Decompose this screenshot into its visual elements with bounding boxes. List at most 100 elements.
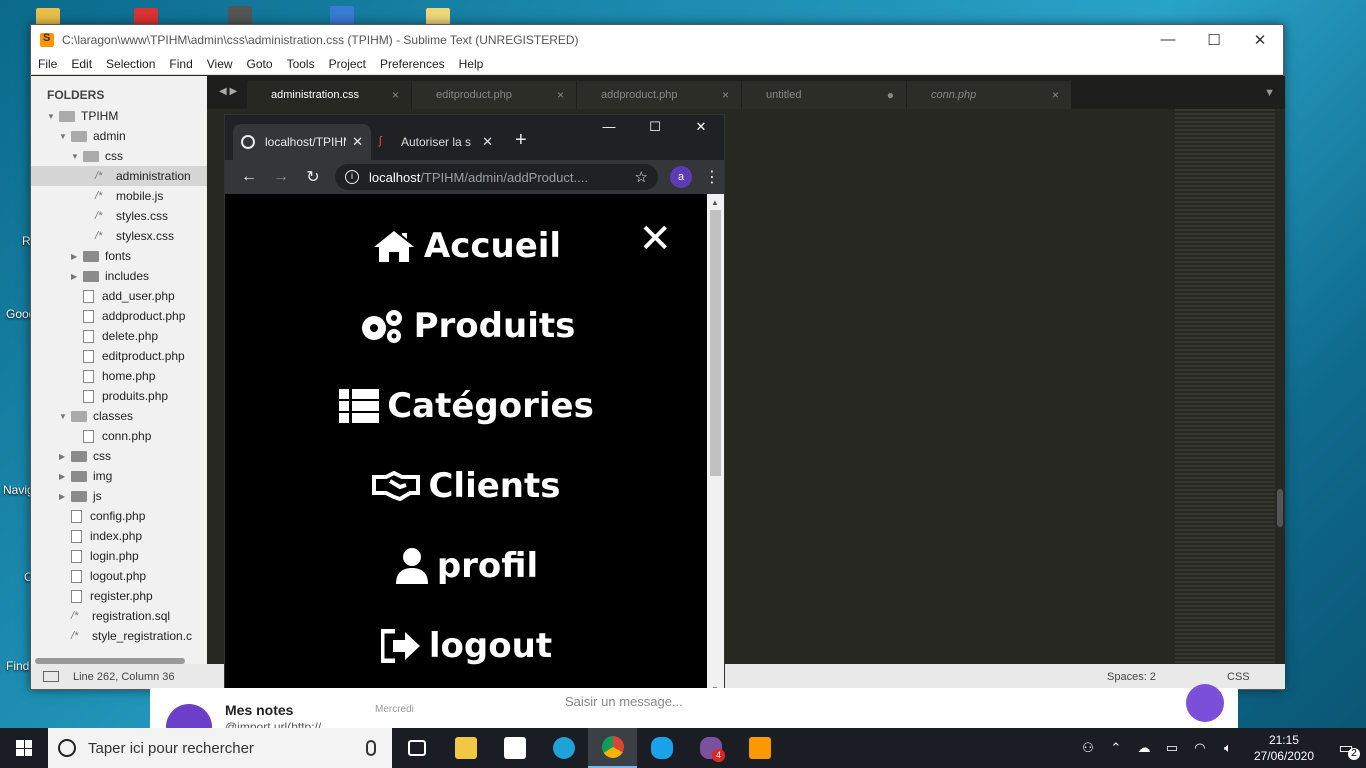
sidebar-item[interactable]: addproduct.php xyxy=(31,306,207,326)
new-tab-icon[interactable]: + xyxy=(501,129,527,160)
chrome-tab[interactable]: ʃ Autoriser la s ✕ xyxy=(371,124,501,160)
onedrive-icon[interactable]: ☁ xyxy=(1135,740,1153,756)
notifications-icon[interactable]: ▭ 2 xyxy=(1326,738,1366,760)
syntax-setting[interactable]: CSS xyxy=(1227,671,1285,683)
menu-view[interactable]: View xyxy=(207,57,233,71)
sidebar-item[interactable]: editproduct.php xyxy=(31,346,207,366)
sidebar-item[interactable]: ▼ TPIHM xyxy=(31,106,207,126)
sidebar-item[interactable]: login.php xyxy=(31,546,207,566)
close-tab-icon[interactable]: ✕ xyxy=(352,134,363,150)
menu-goto[interactable]: Goto xyxy=(247,57,273,71)
viber-icon[interactable]: 4 xyxy=(686,728,735,768)
menu-find[interactable]: Find xyxy=(169,57,192,71)
editor-tab[interactable]: untitled ● xyxy=(742,81,906,109)
editor-scrollbar[interactable] xyxy=(1277,489,1283,527)
clock[interactable]: 21:15 27/06/2020 xyxy=(1254,732,1314,764)
close-tab-icon[interactable]: ✕ xyxy=(482,134,493,150)
editor-tab[interactable]: conn.php × xyxy=(907,81,1071,109)
minimize-button[interactable]: — xyxy=(1145,31,1191,49)
sidebar-item[interactable]: ▼ classes xyxy=(31,406,207,426)
address-bar[interactable]: i localhost/TPIHM/admin/addProduct.... ☆ xyxy=(335,164,658,190)
chevron-right-icon[interactable]: ▶ xyxy=(71,252,81,261)
start-button[interactable] xyxy=(0,728,48,768)
edge-icon[interactable] xyxy=(539,728,588,768)
sidebar-item[interactable]: ▶ img xyxy=(31,466,207,486)
close-tab-icon[interactable]: × xyxy=(722,88,729,102)
conversation-title[interactable]: Mes notes xyxy=(225,702,293,718)
nav-item-produits[interactable]: Produits xyxy=(225,296,708,356)
sidebar-item[interactable]: add_user.php xyxy=(31,286,207,306)
menu-file[interactable]: File xyxy=(38,57,57,71)
indentation-setting[interactable]: Spaces: 2 xyxy=(1107,671,1227,683)
sidebar-item[interactable]: ▼ css xyxy=(31,146,207,166)
sidebar-item[interactable]: /* mobile.js xyxy=(31,186,207,206)
chrome-close-button[interactable]: ✕ xyxy=(678,119,724,135)
sidebar-item[interactable]: ▶ fonts xyxy=(31,246,207,266)
sidebar-item[interactable]: ▶ includes xyxy=(31,266,207,286)
sidebar-item[interactable]: register.php xyxy=(31,586,207,606)
menu-edit[interactable]: Edit xyxy=(71,57,92,71)
chevron-right-icon[interactable]: ▶ xyxy=(59,492,69,501)
chevron-down-icon[interactable]: ▼ xyxy=(47,112,57,121)
tab-nav-arrows[interactable]: ◀ ▶ xyxy=(207,86,247,109)
close-tab-icon[interactable]: × xyxy=(392,88,399,102)
microphone-icon[interactable] xyxy=(366,740,376,756)
nav-item-profil[interactable]: profil xyxy=(225,536,708,596)
sidebar-item[interactable]: ▶ css xyxy=(31,446,207,466)
chrome-minimize-button[interactable]: — xyxy=(586,119,632,135)
close-button[interactable]: ✕ xyxy=(1237,31,1283,49)
console-icon[interactable] xyxy=(43,671,59,682)
sidebar-item[interactable]: ▼ admin xyxy=(31,126,207,146)
nav-item-clients[interactable]: Clients xyxy=(225,456,708,516)
menu-selection[interactable]: Selection xyxy=(106,57,155,71)
wifi-icon[interactable]: ◠ xyxy=(1191,740,1209,756)
show-hidden-icons-icon[interactable]: ⌃ xyxy=(1107,740,1125,756)
sidebar-item[interactable]: /* stylesx.css xyxy=(31,226,207,246)
chevron-down-icon[interactable]: ▼ xyxy=(71,152,81,161)
sidebar-item[interactable]: index.php xyxy=(31,526,207,546)
back-icon[interactable]: ← xyxy=(233,168,265,186)
task-view-icon[interactable] xyxy=(392,728,441,768)
store-icon[interactable] xyxy=(490,728,539,768)
sidebar-item[interactable]: conn.php xyxy=(31,426,207,446)
chevron-right-icon[interactable]: ▶ xyxy=(59,472,69,481)
sidebar-item[interactable]: /* styles.css xyxy=(31,206,207,226)
sidebar-item[interactable]: home.php xyxy=(31,366,207,386)
chevron-right-icon[interactable]: ▶ xyxy=(71,272,81,281)
sublime-taskbar-icon[interactable] xyxy=(735,728,784,768)
sidebar-item[interactable]: delete.php xyxy=(31,326,207,346)
menu-tools[interactable]: Tools xyxy=(287,57,315,71)
scroll-up-icon[interactable]: ▲ xyxy=(711,198,719,207)
profile-avatar[interactable]: a xyxy=(670,166,692,188)
chrome-menu-icon[interactable]: ⋮ xyxy=(704,167,720,187)
forward-icon[interactable]: → xyxy=(265,168,297,186)
file-explorer-icon[interactable] xyxy=(441,728,490,768)
nav-item-categories[interactable]: Catégories xyxy=(225,376,708,436)
chrome-maximize-button[interactable]: ☐ xyxy=(632,119,678,135)
battery-icon[interactable]: ▭ xyxy=(1163,740,1181,756)
microphone-icon[interactable] xyxy=(1186,684,1224,722)
editor-tab[interactable]: administration.css × xyxy=(247,81,411,109)
menu-preferences[interactable]: Preferences xyxy=(380,57,445,71)
nav-item-logout[interactable]: logout xyxy=(225,616,708,676)
sidebar-item[interactable]: produits.php xyxy=(31,386,207,406)
reload-icon[interactable]: ↻ xyxy=(297,167,329,187)
chrome-tab-active[interactable]: localhost/TPIHM ✕ xyxy=(233,124,371,160)
message-input[interactable]: Saisir un message... xyxy=(565,694,683,709)
menu-help[interactable]: Help xyxy=(459,57,484,71)
people-icon[interactable]: ⚇ xyxy=(1079,740,1097,756)
url-text[interactable]: localhost/TPIHM/admin/addProduct.... xyxy=(369,170,635,185)
sidebar-item[interactable]: config.php xyxy=(31,506,207,526)
tab-dropdown-icon[interactable]: ▼ xyxy=(1072,87,1285,109)
page-scrollbar[interactable]: ▲ ▼ xyxy=(707,194,724,698)
sidebar-item[interactable]: /* registration.sql xyxy=(31,606,207,626)
maximize-button[interactable]: ☐ xyxy=(1191,31,1237,49)
close-tab-icon[interactable]: ● xyxy=(887,88,894,102)
chrome-icon[interactable] xyxy=(588,728,637,768)
editor-tab[interactable]: addproduct.php × xyxy=(577,81,741,109)
chevron-down-icon[interactable]: ▼ xyxy=(59,412,69,421)
close-tab-icon[interactable]: × xyxy=(1052,88,1059,102)
menu-project[interactable]: Project xyxy=(329,57,366,71)
close-tab-icon[interactable]: × xyxy=(557,88,564,102)
nav-item-accueil[interactable]: Accueil xyxy=(225,216,708,276)
